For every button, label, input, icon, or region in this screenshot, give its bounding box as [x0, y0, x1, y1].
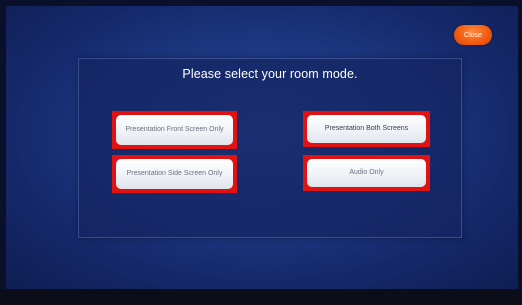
audio-only-label: Audio Only: [307, 159, 426, 187]
presentation-front-screen-label: Presentation Front Screen Only: [116, 115, 233, 145]
audio-only-button[interactable]: Audio Only: [303, 155, 430, 191]
presentation-both-screens-label: Presentation Both Screens: [307, 115, 426, 143]
presentation-front-screen-button[interactable]: Presentation Front Screen Only: [112, 111, 237, 149]
close-button[interactable]: Close: [454, 25, 492, 45]
touch-panel-screen: Close Please select your room mode. Pres…: [0, 0, 522, 305]
presentation-both-screens-button[interactable]: Presentation Both Screens: [303, 111, 430, 147]
presentation-side-screen-label: Presentation Side Screen Only: [116, 159, 233, 189]
presentation-side-screen-button[interactable]: Presentation Side Screen Only: [112, 155, 237, 193]
bottom-bezel: [0, 289, 522, 305]
panel-title: Please select your room mode.: [182, 67, 358, 81]
